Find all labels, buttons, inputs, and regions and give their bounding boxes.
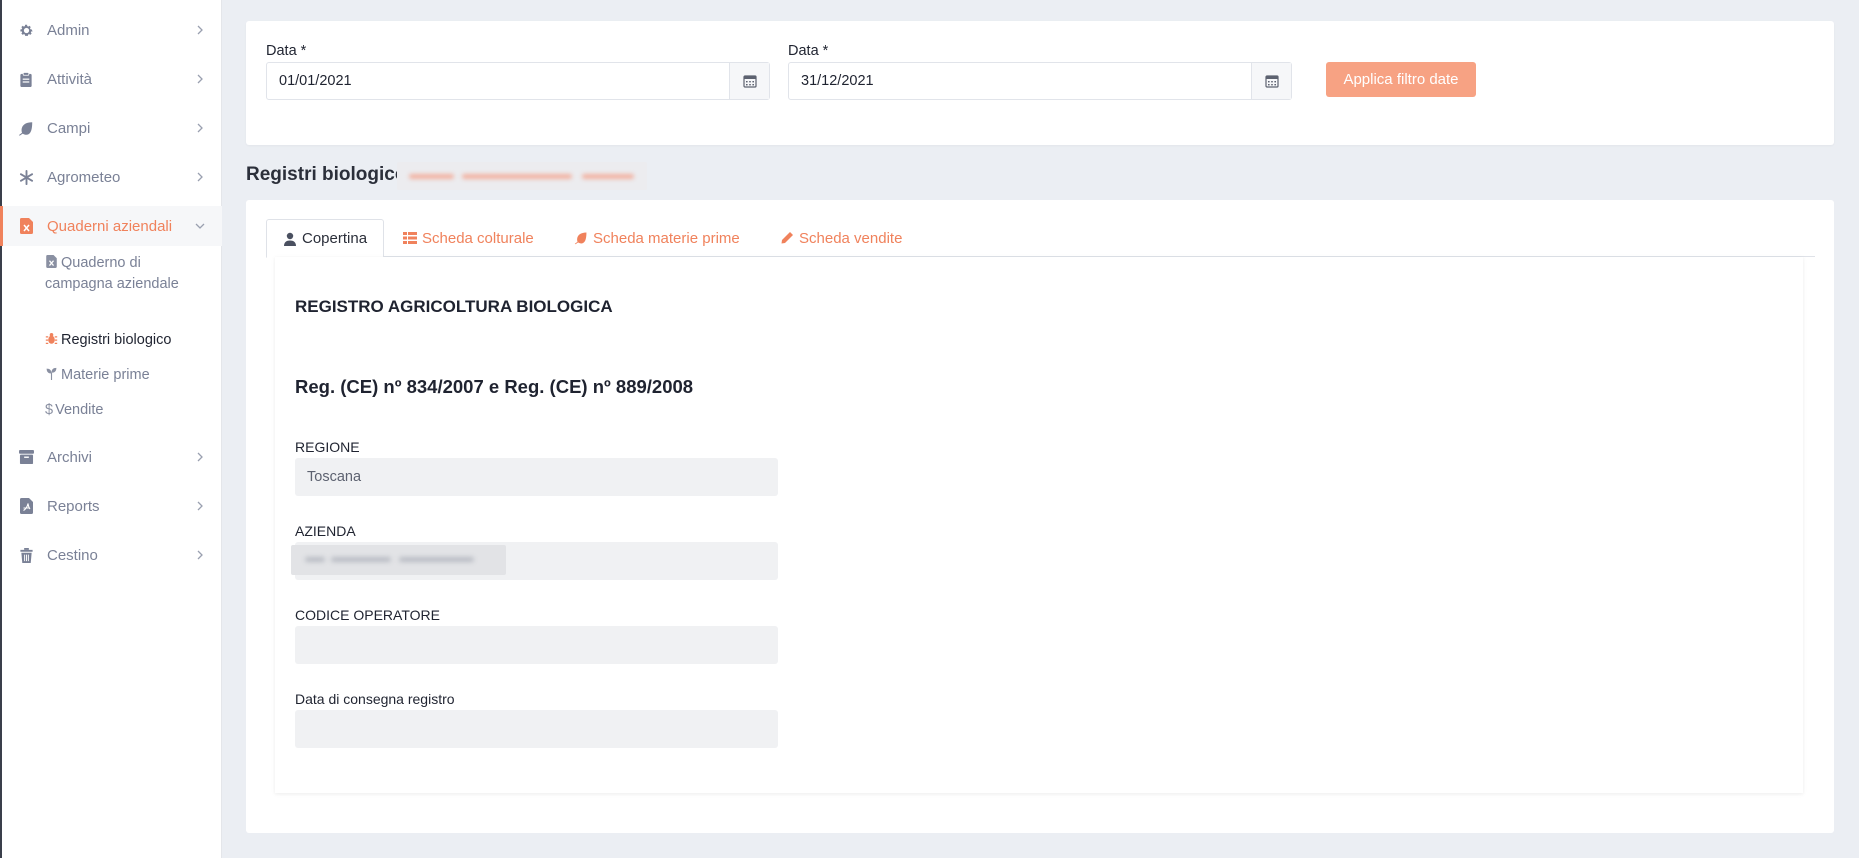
date-from-input[interactable]: 01/01/2021 <box>266 62 770 100</box>
sidebar-item-label: Agrometeo <box>47 168 121 186</box>
regione-label: REGIONE <box>295 439 360 455</box>
tab-copertina[interactable]: Copertina <box>266 219 385 258</box>
calendar-icon[interactable] <box>729 63 769 99</box>
sidebar-item-archivi[interactable]: Archivi <box>0 437 222 477</box>
sidebar-subitem-label: Vendite <box>55 402 104 418</box>
register-heading: REGISTRO AGRICOLTURA BIOLOGICA <box>295 297 613 316</box>
excel-file-icon <box>46 255 57 268</box>
chevron-down-icon <box>195 223 205 229</box>
sidebar-subitem-vendite[interactable]: $ Vendite <box>45 400 210 421</box>
chevron-right-icon <box>197 501 203 511</box>
sidebar-item-label: Reports <box>47 497 100 515</box>
calendar-icon[interactable] <box>1251 63 1291 99</box>
codice-operatore-label: CODICE OPERATORE <box>295 607 440 623</box>
gear-icon <box>18 22 34 38</box>
sidebar: Admin Attività Campi Agrometeo Quaderni … <box>0 0 222 858</box>
page-title: Registri biologico <box>246 164 407 185</box>
sidebar-subitem-label: Materie prime <box>61 367 150 383</box>
tab-label: Scheda materie prime <box>593 229 740 247</box>
trash-icon <box>18 547 34 563</box>
tab-scheda-materie-prime[interactable]: Scheda materie prime <box>558 219 756 257</box>
regulation-heading: Reg. (CE) nº 834/2007 e Reg. (CE) nº 889… <box>295 376 694 397</box>
chevron-right-icon <box>197 74 203 84</box>
sidebar-subitem-label: Quaderno di campagna aziendale <box>45 255 179 292</box>
tab-label: Scheda colturale <box>422 229 534 247</box>
date-filter-card: Data * 01/01/2021 Data * 31/12/2021 <box>246 21 1834 145</box>
codice-operatore-field[interactable] <box>295 626 778 664</box>
sidebar-item-cestino[interactable]: Cestino <box>0 535 222 575</box>
leaf-icon <box>574 232 587 245</box>
sidebar-subitem-quaderno-campagna[interactable]: Quaderno di campagna aziendale <box>45 253 210 295</box>
dollar-icon: $ <box>45 402 54 418</box>
regione-value: Toscana <box>307 469 362 485</box>
data-consegna-label: Data di consegna registro <box>295 691 455 707</box>
pdf-file-icon <box>18 498 34 514</box>
regione-field[interactable]: Toscana <box>295 458 778 496</box>
tab-scheda-colturale[interactable]: Scheda colturale <box>387 219 550 257</box>
date-to-value: 31/12/2021 <box>801 73 874 89</box>
chevron-right-icon <box>197 172 203 182</box>
user-icon <box>284 232 296 246</box>
chevron-right-icon <box>197 123 203 133</box>
seedling-icon <box>46 367 57 380</box>
sidebar-item-label: Cestino <box>47 546 98 564</box>
date-from-value: 01/01/2021 <box>279 73 352 89</box>
chevron-right-icon <box>197 25 203 35</box>
sidebar-item-label: Quaderni aziendali <box>47 217 173 235</box>
leaf-icon <box>18 120 34 136</box>
chevron-right-icon <box>197 452 203 462</box>
sidebar-item-agrometeo[interactable]: Agrometeo <box>0 157 222 197</box>
pencil-icon <box>781 232 793 244</box>
bug-icon <box>45 333 58 344</box>
redacted-area <box>397 162 647 190</box>
date-from-label: Data * <box>266 43 307 59</box>
date-to-input[interactable]: 31/12/2021 <box>788 62 1292 100</box>
sidebar-item-label: Archivi <box>47 448 93 466</box>
sidebar-item-reports[interactable]: Reports <box>0 486 222 526</box>
azienda-label: AZIENDA <box>295 523 356 539</box>
sidebar-item-label: Attività <box>47 70 93 88</box>
tab-bar: Copertina Scheda colturale Scheda materi… <box>266 219 1815 258</box>
sidebar-item-quaderni-aziendali[interactable]: Quaderni aziendali <box>0 206 222 246</box>
tab-scheda-vendite[interactable]: Scheda vendite <box>764 219 918 257</box>
sidebar-subitem-registri-biologico[interactable]: Registri biologico <box>45 330 210 351</box>
snowflake-icon <box>18 169 34 185</box>
chevron-right-icon <box>197 550 203 560</box>
table-icon <box>403 232 417 244</box>
sidebar-item-label: Admin <box>47 21 90 39</box>
sidebar-item-admin[interactable]: Admin <box>0 10 222 50</box>
sidebar-item-campi[interactable]: Campi <box>0 108 222 148</box>
sidebar-item-attivita[interactable]: Attività <box>0 59 222 99</box>
excel-file-icon <box>18 218 34 234</box>
apply-date-filter-button[interactable]: Applica filtro date <box>1326 62 1476 97</box>
register-card: Copertina Scheda colturale Scheda materi… <box>246 200 1834 833</box>
sidebar-item-label: Campi <box>47 119 91 137</box>
date-to-label: Data * <box>788 43 829 59</box>
clipboard-icon <box>18 71 34 87</box>
tab-label: Scheda vendite <box>799 229 903 247</box>
archive-icon <box>18 449 34 465</box>
data-consegna-field[interactable] <box>295 710 778 748</box>
redacted-area <box>291 545 506 575</box>
sidebar-subitem-label: Registri biologico <box>61 332 172 348</box>
tab-label: Copertina <box>302 230 368 247</box>
sidebar-subitem-materie-prime[interactable]: Materie prime <box>45 365 210 386</box>
copertina-panel: REGISTRO AGRICOLTURA BIOLOGICA Reg. (CE)… <box>275 257 1803 793</box>
azienda-field[interactable] <box>291 542 778 580</box>
